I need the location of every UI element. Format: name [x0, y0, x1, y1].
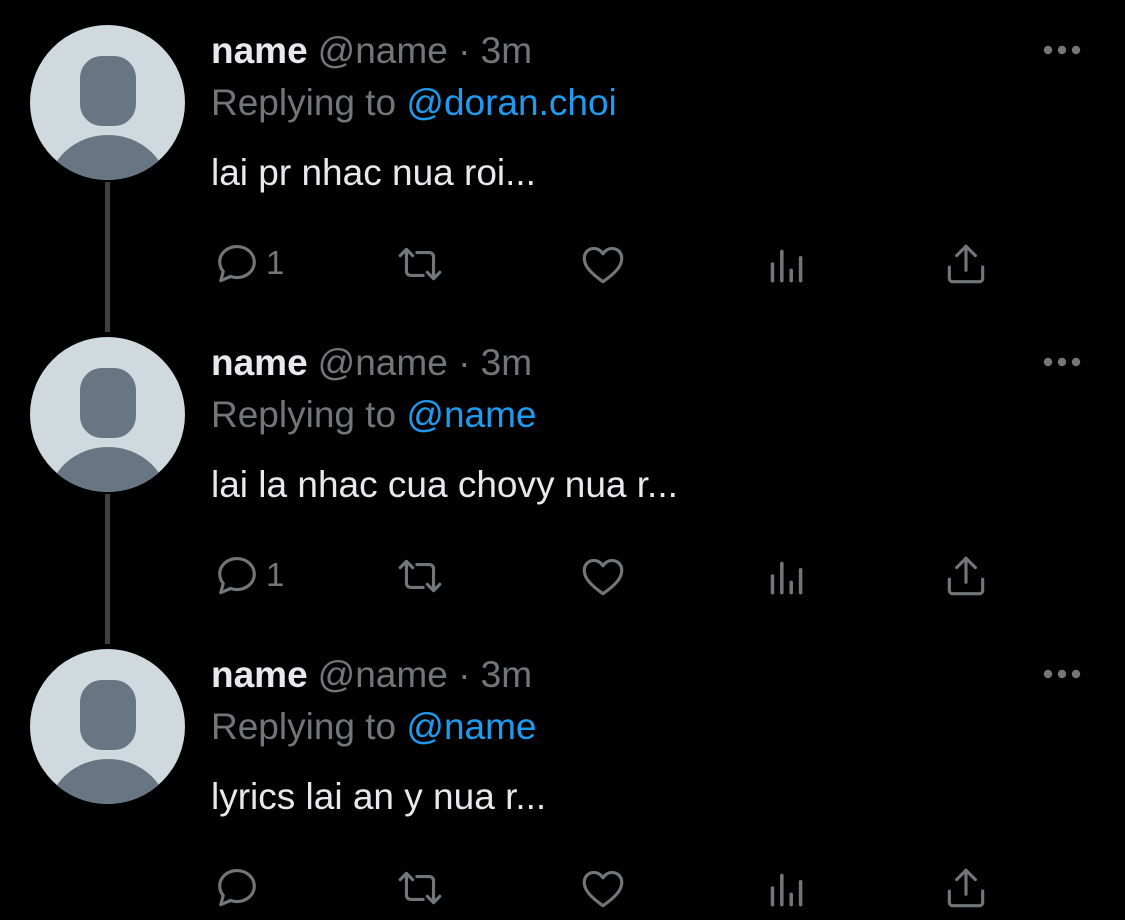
reply-button[interactable]: [212, 860, 266, 916]
reply-count: 1: [266, 244, 285, 281]
retweet-icon: [398, 559, 442, 593]
tweet-header: name @name · 3m: [211, 340, 532, 386]
user-handle[interactable]: @name: [318, 342, 448, 383]
tweet-text: lai pr nhac nua roi...: [211, 152, 536, 193]
user-handle[interactable]: @name: [318, 30, 448, 71]
share-button[interactable]: [941, 860, 991, 916]
replying-to-label: Replying to: [211, 706, 397, 747]
action-bar: 1: [0, 548, 1125, 604]
mention-link[interactable]: @name: [406, 706, 536, 747]
tweet-text: lai la nhac cua chovy nua r...: [211, 464, 678, 505]
display-name[interactable]: name: [211, 654, 308, 695]
more-options-button[interactable]: [1040, 36, 1084, 64]
replying-to-label: Replying to: [211, 394, 397, 435]
bar-chart-icon: [770, 561, 803, 595]
like-button[interactable]: [578, 548, 628, 604]
more-horizontal-icon: [1043, 357, 1081, 367]
replying-to-label: Replying to: [211, 82, 397, 123]
default-profile-icon: [49, 56, 167, 180]
separator-dot: ·: [458, 342, 471, 383]
default-profile-icon: [49, 368, 167, 492]
like-button[interactable]: [578, 860, 628, 916]
tweet[interactable]: name @name · 3m Replying to @name lyrics …: [0, 624, 1125, 920]
retweet-icon: [398, 247, 442, 281]
retweet-icon: [398, 871, 442, 905]
reply-count: 1: [266, 556, 285, 593]
reply-button[interactable]: 1: [212, 548, 284, 604]
views-button[interactable]: [761, 860, 811, 916]
avatar[interactable]: [30, 649, 185, 804]
retweet-button[interactable]: [395, 548, 445, 604]
tweet-header: name @name · 3m: [211, 28, 532, 74]
reply-thread: name @name · 3m Replying to @doran.choi l…: [0, 0, 1125, 920]
separator-dot: ·: [458, 654, 471, 695]
comment-icon: [218, 556, 256, 595]
bar-chart-icon: [770, 249, 803, 283]
share-upload-icon: [947, 556, 985, 596]
more-horizontal-icon: [1043, 669, 1081, 679]
share-upload-icon: [947, 244, 985, 284]
share-button[interactable]: [941, 236, 991, 292]
action-bar: 1: [0, 236, 1125, 292]
timestamp[interactable]: 3m: [481, 30, 532, 71]
replying-to: Replying to @name: [211, 704, 537, 750]
views-button[interactable]: [761, 548, 811, 604]
more-options-button[interactable]: [1040, 348, 1084, 376]
retweet-button[interactable]: [395, 860, 445, 916]
replying-to: Replying to @doran.choi: [211, 80, 617, 126]
display-name[interactable]: name: [211, 30, 308, 71]
tweet[interactable]: name @name · 3m Replying to @name lai la …: [0, 312, 1125, 644]
user-handle[interactable]: @name: [318, 654, 448, 695]
tweet-header: name @name · 3m: [211, 652, 532, 698]
display-name[interactable]: name: [211, 342, 308, 383]
heart-icon: [582, 870, 624, 908]
views-button[interactable]: [761, 236, 811, 292]
comment-icon: [218, 868, 256, 907]
tweet-text: lyrics lai an y nua r...: [211, 776, 547, 817]
avatar[interactable]: [30, 25, 185, 180]
mention-link[interactable]: @name: [406, 394, 536, 435]
mention-link[interactable]: @doran.choi: [406, 82, 616, 123]
action-bar: [0, 860, 1125, 916]
comment-icon: [218, 244, 256, 283]
heart-icon: [582, 246, 624, 284]
tweet[interactable]: name @name · 3m Replying to @doran.choi l…: [0, 0, 1125, 332]
reply-button[interactable]: 1: [212, 236, 284, 292]
bar-chart-icon: [770, 873, 803, 907]
replying-to: Replying to @name: [211, 392, 537, 438]
more-options-button[interactable]: [1040, 660, 1084, 688]
separator-dot: ·: [458, 30, 471, 71]
retweet-button[interactable]: [395, 236, 445, 292]
default-profile-icon: [49, 680, 167, 804]
avatar[interactable]: [30, 337, 185, 492]
heart-icon: [582, 558, 624, 596]
share-upload-icon: [947, 868, 985, 908]
like-button[interactable]: [578, 236, 628, 292]
more-horizontal-icon: [1043, 45, 1081, 55]
timestamp[interactable]: 3m: [481, 342, 532, 383]
share-button[interactable]: [941, 548, 991, 604]
timestamp[interactable]: 3m: [481, 654, 532, 695]
